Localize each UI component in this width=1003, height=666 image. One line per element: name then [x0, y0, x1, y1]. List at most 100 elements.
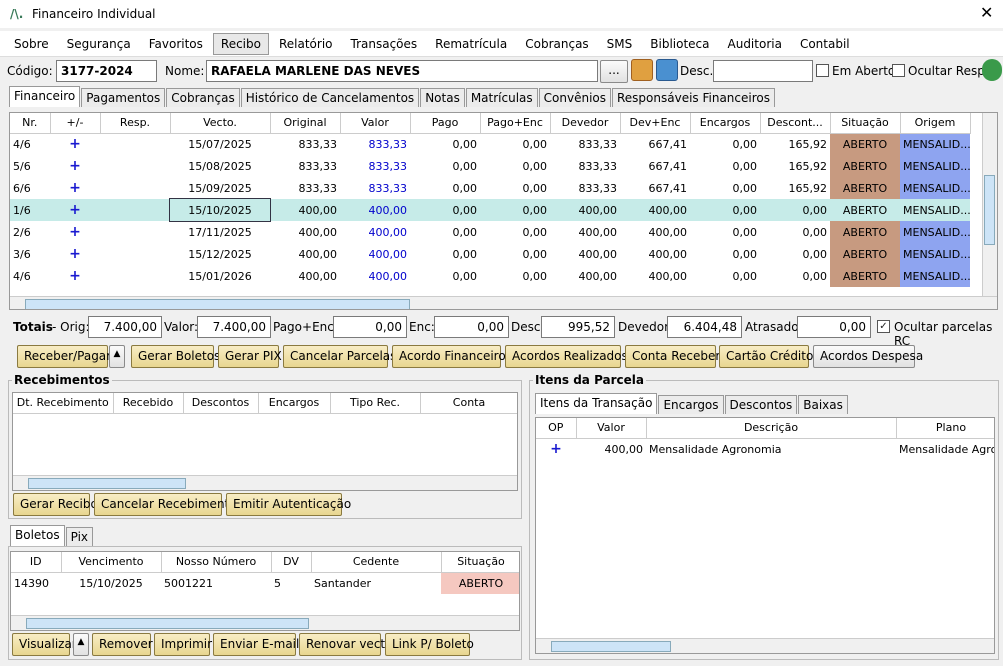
- table-row[interactable]: 3/6 +15/12/2025 400,00 400,00 0,00 0,00 400,00…: [10, 243, 970, 265]
- menu-sobre[interactable]: Sobre: [6, 33, 57, 55]
- emitir-autenticacao-button[interactable]: Emitir Autenticação: [226, 493, 351, 516]
- column-header[interactable]: Tipo Rec.: [330, 393, 421, 414]
- column-header[interactable]: OP: [536, 418, 577, 439]
- column-header[interactable]: Plano: [896, 418, 994, 439]
- column-header[interactable]: Cedente: [311, 552, 442, 573]
- column-header[interactable]: Dev+Enc: [620, 113, 691, 134]
- column-header[interactable]: DV: [271, 552, 312, 573]
- gerar-pix-button[interactable]: Gerar PIX: [218, 345, 282, 368]
- gerar-boletos-button[interactable]: Gerar Boletos: [131, 345, 220, 368]
- column-header[interactable]: Situação: [441, 552, 519, 573]
- tab-historico-cancelamentos[interactable]: Histórico de Cancelamentos: [240, 88, 420, 107]
- tab-cobrancas[interactable]: Cobranças: [166, 88, 240, 107]
- code-field[interactable]: 3177-2024: [56, 60, 157, 82]
- table-row[interactable]: +400,00 Mensalidade Agronomia Mensalidade …: [536, 438, 994, 460]
- menu-transacoes[interactable]: Transações: [343, 33, 426, 55]
- cancelar-parcelas-button[interactable]: Cancelar Parcelas: [283, 345, 396, 368]
- em-aberto-checkbox[interactable]: [816, 64, 829, 77]
- visualizar-button[interactable]: Visualizar: [12, 633, 77, 656]
- gerar-recibo-button[interactable]: Gerar Recibo: [13, 493, 98, 516]
- desc-field[interactable]: [713, 60, 813, 82]
- table-row[interactable]: 4/6 +15/01/2026 400,00 400,00 0,00 0,00 400,00…: [10, 265, 970, 287]
- add-icon[interactable]: +: [50, 265, 100, 287]
- add-icon[interactable]: +: [50, 133, 100, 155]
- table-row[interactable]: 2/6 +17/11/2025 400,00 400,00 0,00 0,00 400,00…: [10, 221, 970, 243]
- tab-pix[interactable]: Pix: [65, 527, 94, 546]
- column-header[interactable]: Situação: [830, 113, 901, 134]
- column-header[interactable]: Descrição: [646, 418, 897, 439]
- tab-baixas[interactable]: Baixas: [798, 395, 848, 414]
- remover-button[interactable]: Remover: [92, 633, 153, 656]
- add-icon[interactable]: +: [50, 199, 100, 221]
- menu-favoritos[interactable]: Favoritos: [141, 33, 211, 55]
- column-header[interactable]: Valor: [576, 418, 647, 439]
- installments-hscroll[interactable]: [10, 296, 997, 309]
- imprimir-button[interactable]: Imprimir: [154, 633, 212, 656]
- column-header[interactable]: Descontos: [183, 393, 259, 414]
- table-row[interactable]: 14390 15/10/2025 5001221 5 Santander ABERTO: [11, 572, 519, 594]
- search-student-button[interactable]: ...: [600, 60, 628, 83]
- menu-contabil[interactable]: Contabil: [792, 33, 858, 55]
- acordos-despesa-button[interactable]: Acordos Despesa: [813, 345, 923, 368]
- menu-recibo[interactable]: Recibo: [212, 32, 269, 55]
- conta-receber-button[interactable]: Conta Receber: [625, 345, 720, 368]
- menu-auditoria[interactable]: Auditoria: [720, 33, 790, 55]
- column-header[interactable]: Nr.: [10, 113, 51, 134]
- table-row[interactable]: 6/6 +15/09/2025 833,33 833,33 0,00 0,00 833,33…: [10, 177, 970, 199]
- tab-convenios[interactable]: Convênios: [538, 88, 611, 107]
- menu-biblioteca[interactable]: Biblioteca: [642, 33, 717, 55]
- itens-hscroll[interactable]: [536, 638, 994, 653]
- column-header[interactable]: Recebido: [113, 393, 184, 414]
- column-header[interactable]: Valor: [340, 113, 411, 134]
- visualizar-dropdown-icon[interactable]: ▲: [73, 633, 89, 656]
- column-header[interactable]: Encargos: [258, 393, 331, 414]
- column-header[interactable]: Devedor: [550, 113, 621, 134]
- ocultar-parcelas-checkbox[interactable]: ✓: [877, 320, 890, 333]
- acordo-financeiro-button[interactable]: Acordo Financeiro: [392, 345, 506, 368]
- menu-relatorio[interactable]: Relatório: [271, 33, 341, 55]
- acordos-realizados-button[interactable]: Acordos Realizados: [505, 345, 628, 368]
- tab-pagamentos[interactable]: Pagamentos: [81, 88, 166, 107]
- person-icon[interactable]: [631, 59, 653, 81]
- menu-rematricula[interactable]: Rematrícula: [427, 33, 515, 55]
- tab-descontos[interactable]: Descontos: [724, 395, 798, 414]
- column-header[interactable]: Nosso Número: [161, 552, 272, 573]
- name-field[interactable]: RAFAELA MARLENE DAS NEVES: [206, 60, 598, 82]
- enviar-email-button[interactable]: Enviar E-mail: [213, 633, 299, 656]
- column-header[interactable]: Encargos: [690, 113, 761, 134]
- add-icon[interactable]: +: [50, 155, 100, 177]
- menu-cobrancas[interactable]: Cobranças: [517, 33, 596, 55]
- close-icon[interactable]: ✕: [980, 3, 993, 22]
- cartao-credito-button[interactable]: Cartão Crédito: [719, 345, 813, 368]
- receber-dropdown-icon[interactable]: ▲: [109, 345, 125, 368]
- column-header[interactable]: Pago: [410, 113, 481, 134]
- tab-financeiro[interactable]: Financeiro: [9, 86, 81, 107]
- refresh-icon[interactable]: [982, 59, 1002, 81]
- column-header[interactable]: Origem: [900, 113, 971, 134]
- tab-boletos[interactable]: Boletos: [10, 525, 65, 546]
- add-icon[interactable]: +: [536, 438, 576, 460]
- column-header[interactable]: Original: [270, 113, 341, 134]
- notes-icon[interactable]: [656, 59, 678, 81]
- add-icon[interactable]: +: [50, 221, 100, 243]
- table-row[interactable]: 5/6 +15/08/2025 833,33 833,33 0,00 0,00 833,33…: [10, 155, 970, 177]
- column-header[interactable]: Vecto.: [170, 113, 271, 134]
- column-header[interactable]: ID: [11, 552, 62, 573]
- column-header[interactable]: Vencimento: [61, 552, 162, 573]
- receber-pagar-button[interactable]: Receber/Pagar: [17, 345, 111, 368]
- column-header[interactable]: Resp.: [100, 113, 171, 134]
- column-header[interactable]: +/-: [50, 113, 101, 134]
- column-header[interactable]: Pago+Enc: [480, 113, 551, 134]
- add-icon[interactable]: +: [50, 243, 100, 265]
- column-header[interactable]: Conta: [420, 393, 517, 414]
- tab-responsaveis-financeiros[interactable]: Responsáveis Financeiros: [612, 88, 775, 107]
- tab-matriculas[interactable]: Matrículas: [465, 88, 538, 107]
- boletos-hscroll[interactable]: [11, 615, 519, 630]
- installments-vscroll[interactable]: [982, 113, 997, 296]
- menu-sms[interactable]: SMS: [599, 33, 641, 55]
- link-boleto-button[interactable]: Link P/ Boleto: [385, 633, 474, 656]
- tab-encargos[interactable]: Encargos: [658, 395, 724, 414]
- tab-itens-transacao[interactable]: Itens da Transação: [535, 393, 658, 414]
- table-row[interactable]: 4/6 +15/07/2025 833,33 833,33 0,00 0,00 833,33…: [10, 133, 970, 155]
- renovar-vecto-button[interactable]: Renovar vecto: [299, 633, 392, 656]
